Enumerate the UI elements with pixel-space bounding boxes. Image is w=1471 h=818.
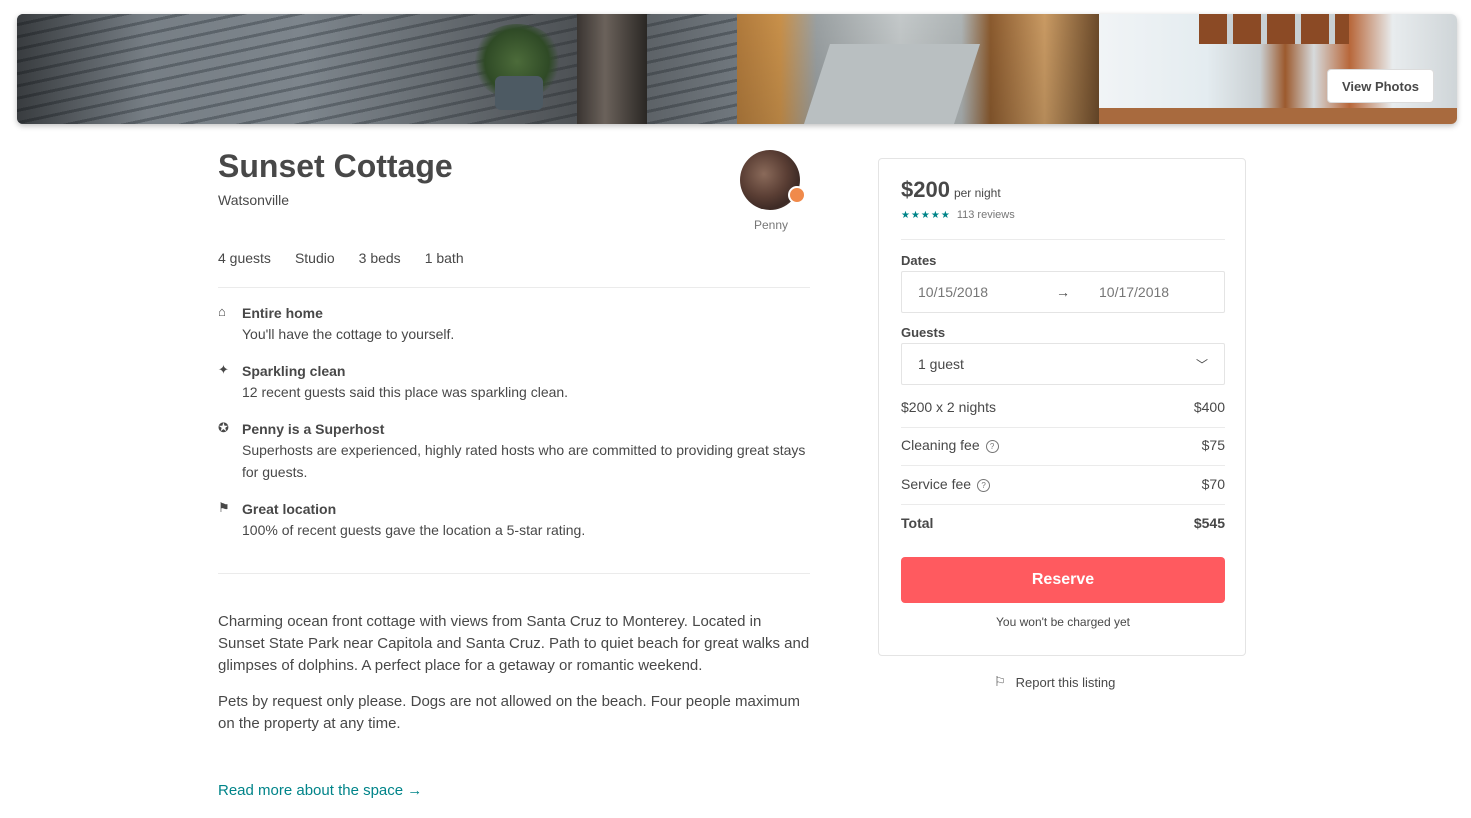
read-more-link[interactable]: Read more about the space → bbox=[218, 782, 422, 799]
counter-shape bbox=[1099, 108, 1457, 124]
price-display: $200 per night bbox=[901, 177, 1001, 203]
railing-shape bbox=[577, 14, 647, 124]
per-night-label: per night bbox=[953, 186, 1001, 200]
charge-note: You won't be charged yet bbox=[996, 615, 1130, 629]
review-count[interactable]: 113 reviews bbox=[957, 209, 1015, 221]
divider bbox=[901, 239, 1225, 240]
highlight-title: Sparkling clean bbox=[242, 363, 346, 379]
highlight-item: ⌂ Entire home You'll have the cottage to… bbox=[218, 303, 810, 345]
bed-shape bbox=[804, 44, 980, 124]
highlight-item: ✪ Penny is a Superhost Superhosts are ex… bbox=[218, 419, 810, 483]
rating-summary[interactable]: ★★★★★ 113 reviews bbox=[901, 209, 1015, 221]
report-listing-label[interactable]: Report this listing bbox=[1016, 675, 1116, 690]
highlight-desc: 12 recent guests said this place was spa… bbox=[242, 384, 569, 400]
highlight-desc: You'll have the cottage to yourself. bbox=[242, 326, 455, 342]
home-icon: ⌂ bbox=[218, 304, 226, 319]
highlight-title: Great location bbox=[242, 501, 337, 517]
price-row-cleaning: Cleaning fee? $75 bbox=[901, 437, 1225, 453]
superhost-badge-icon bbox=[788, 186, 806, 204]
medal-icon: ✪ bbox=[218, 420, 229, 435]
spec-baths: 1 bath bbox=[424, 250, 464, 266]
info-icon[interactable]: ? bbox=[985, 439, 999, 453]
sparkle-icon: ✦ bbox=[218, 362, 229, 377]
divider bbox=[218, 287, 810, 288]
flag-icon: ⚐ bbox=[994, 674, 1006, 689]
price-row-nightly: $200 x 2 nights $400 bbox=[901, 399, 1225, 415]
price-row-total: Total $545 bbox=[901, 515, 1225, 531]
spec-guests: 4 guests bbox=[218, 250, 271, 266]
spec-room-type: Studio bbox=[294, 250, 335, 266]
service-fee-label: Service fee bbox=[901, 476, 972, 492]
listing-city[interactable]: Watsonville bbox=[218, 192, 289, 208]
highlight-item: ✦ Sparkling clean 12 recent guests said … bbox=[218, 361, 810, 403]
highlight-desc: Superhosts are experienced, highly rated… bbox=[242, 442, 806, 480]
divider bbox=[218, 573, 810, 574]
reserve-button[interactable]: Reserve bbox=[901, 557, 1225, 603]
description-paragraph: Pets by request only please. Dogs are no… bbox=[218, 693, 800, 732]
description-paragraph: Charming ocean front cottage with views … bbox=[218, 613, 810, 674]
divider bbox=[901, 427, 1225, 428]
highlight-title: Penny is a Superhost bbox=[242, 421, 385, 437]
listing-description: Charming ocean front cottage with views … bbox=[218, 611, 810, 749]
host-name[interactable]: Penny bbox=[740, 218, 802, 232]
chevron-down-icon: ﹀ bbox=[1195, 357, 1208, 372]
guests-label: Guests bbox=[901, 325, 946, 340]
check-in-field[interactable]: 10/15/2018 bbox=[902, 284, 1043, 300]
host-profile[interactable]: Penny bbox=[740, 150, 806, 232]
dates-label: Dates bbox=[901, 253, 937, 268]
arrow-right-icon: → bbox=[1056, 284, 1070, 300]
view-photos-button[interactable]: View Photos bbox=[1326, 69, 1434, 103]
divider bbox=[901, 465, 1225, 466]
divider bbox=[901, 504, 1225, 505]
cabinet-shape bbox=[1199, 14, 1349, 44]
total-value: $545 bbox=[1193, 515, 1225, 531]
spec-beds: 3 beds bbox=[358, 250, 401, 266]
guests-value: 1 guest bbox=[918, 356, 964, 372]
nightly-breakdown-label: $200 x 2 nights bbox=[901, 399, 996, 415]
nightly-breakdown-value: $400 bbox=[1193, 399, 1225, 415]
price-row-service: Service fee? $70 bbox=[901, 476, 1225, 492]
highlight-desc: 100% of recent guests gave the location … bbox=[242, 522, 586, 538]
booking-card: $200 per night ★★★★★ 113 reviews Dates 1… bbox=[878, 158, 1246, 656]
date-range-picker[interactable]: 10/15/2018 → 10/17/2018 bbox=[901, 271, 1225, 313]
location-pin-icon: ⚑ bbox=[218, 500, 230, 515]
nightly-price: $200 bbox=[901, 177, 950, 202]
highlights-list: ⌂ Entire home You'll have the cottage to… bbox=[218, 303, 810, 557]
highlight-item: ⚑ Great location 100% of recent guests g… bbox=[218, 499, 810, 541]
highlight-title: Entire home bbox=[242, 305, 323, 321]
check-out-field[interactable]: 10/17/2018 bbox=[1083, 284, 1224, 300]
pot-shape bbox=[495, 76, 543, 110]
total-label: Total bbox=[901, 515, 934, 531]
photo-gallery[interactable]: View Photos bbox=[17, 14, 1457, 124]
host-avatar[interactable] bbox=[740, 150, 806, 210]
guests-dropdown[interactable]: 1 guest ﹀ bbox=[901, 343, 1225, 385]
star-rating-icon: ★★★★★ bbox=[901, 209, 951, 221]
service-fee-value: $70 bbox=[1201, 476, 1225, 492]
listing-title: Sunset Cottage bbox=[218, 148, 453, 184]
photo-bedroom[interactable] bbox=[737, 14, 1099, 124]
cleaning-fee-value: $75 bbox=[1201, 437, 1225, 453]
report-listing-link[interactable]: ⚐ Report this listing bbox=[994, 674, 1115, 690]
info-icon[interactable]: ? bbox=[977, 478, 991, 492]
listing-specs: 4 guests Studio 3 beds 1 bath bbox=[218, 250, 488, 266]
cleaning-fee-label: Cleaning fee bbox=[901, 437, 980, 453]
photo-patio[interactable] bbox=[17, 14, 737, 124]
